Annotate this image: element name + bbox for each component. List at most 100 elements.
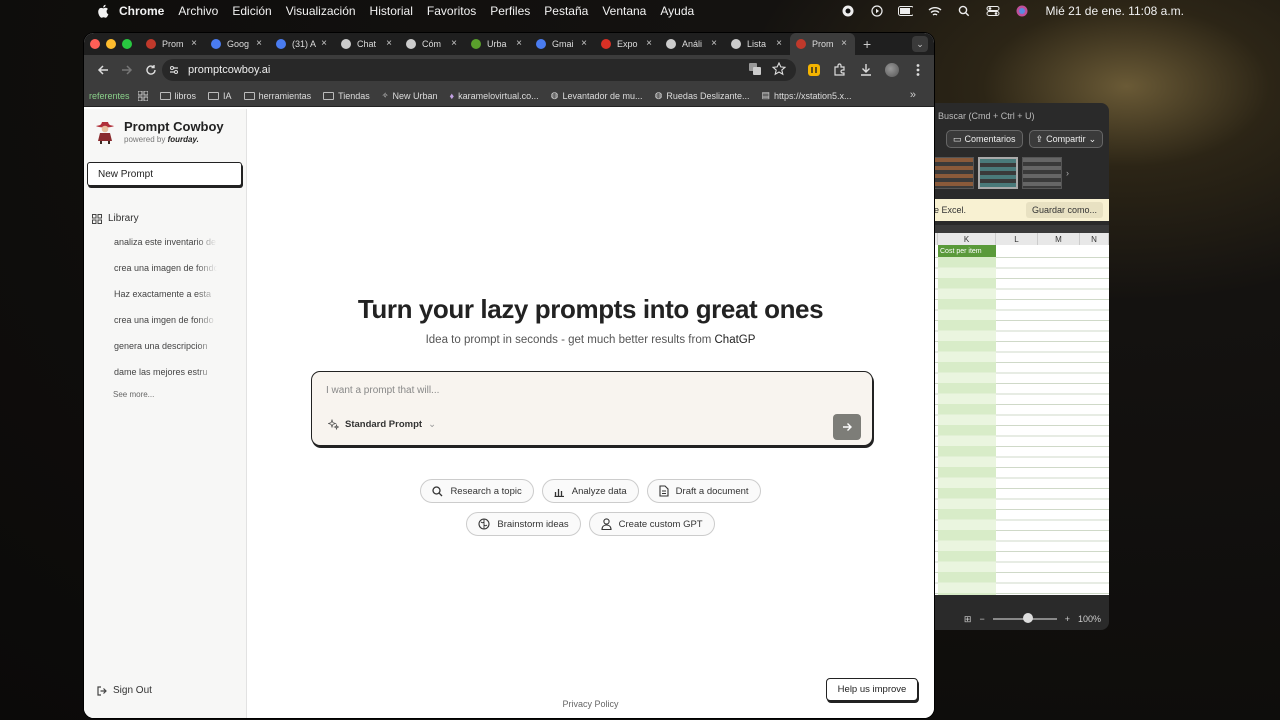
extensions-puzzle-icon[interactable] xyxy=(832,59,848,81)
bookmark-herramientas[interactable]: herramientas xyxy=(243,91,311,101)
close-tab-icon[interactable]: × xyxy=(321,38,327,49)
menu-pestana[interactable]: Pestaña xyxy=(544,4,588,18)
browser-tab[interactable]: Gmai × xyxy=(530,33,595,55)
menu-ventana[interactable]: Ventana xyxy=(602,4,646,18)
control-center-icon[interactable] xyxy=(985,5,1000,17)
bookmark-star-icon[interactable] xyxy=(771,61,787,79)
close-tab-icon[interactable]: × xyxy=(256,38,262,49)
prompt-mode-selector[interactable]: Standard Prompt ⌄ xyxy=(328,419,436,430)
menu-archivo[interactable]: Archivo xyxy=(178,4,218,18)
close-tab-icon[interactable]: × xyxy=(451,38,457,49)
browser-tab[interactable]: Cóm × xyxy=(400,33,465,55)
apple-icon[interactable] xyxy=(97,4,109,18)
back-button[interactable] xyxy=(92,59,114,81)
help-us-improve-button[interactable]: Help us improve xyxy=(826,678,918,701)
close-tab-icon[interactable]: × xyxy=(646,38,652,49)
bookmark-ia[interactable]: IA xyxy=(208,91,232,101)
prompt-input[interactable] xyxy=(326,382,806,398)
record-icon[interactable] xyxy=(840,5,855,17)
profile-avatar[interactable] xyxy=(884,59,900,81)
close-tab-icon[interactable]: × xyxy=(841,38,847,49)
excel-comments-button[interactable]: ▭ Comentarios xyxy=(946,130,1023,148)
browser-tab[interactable]: Análi × xyxy=(660,33,725,55)
excel-search[interactable]: Buscar (Cmd + Ctrl + U) xyxy=(930,103,1109,129)
more-menu-icon[interactable] xyxy=(910,59,926,81)
analyze-data-chip[interactable]: Analyze data xyxy=(541,479,639,503)
menubar-clock[interactable]: Mié 21 de ene. 11:08 a.m. xyxy=(1045,4,1184,18)
browser-tab[interactable]: Urba × xyxy=(465,33,530,55)
bookmark-tiendas[interactable]: Tiendas xyxy=(323,91,370,101)
bookmarks-overflow-icon[interactable]: » xyxy=(910,89,916,101)
bookmark-referentes[interactable]: referentes xyxy=(89,91,130,101)
close-tab-icon[interactable]: × xyxy=(711,38,717,49)
browser-tab[interactable]: Prom × xyxy=(790,33,855,55)
menu-perfiles[interactable]: Perfiles xyxy=(490,4,530,18)
zoom-out-icon[interactable]: − xyxy=(979,614,984,624)
extension-icon[interactable] xyxy=(806,59,822,81)
close-tab-icon[interactable]: × xyxy=(776,38,782,49)
zoom-slider[interactable] xyxy=(992,613,1057,623)
sign-out-button[interactable]: Sign Out xyxy=(97,685,152,696)
browser-tab[interactable]: Prom × xyxy=(140,33,205,55)
forward-button[interactable] xyxy=(116,59,138,81)
close-tab-icon[interactable]: × xyxy=(581,38,587,49)
browser-tab[interactable]: Chat × xyxy=(335,33,400,55)
bookmark-karamelovirtual[interactable]: ♦ karamelovirtual.co... xyxy=(450,91,539,101)
library-item[interactable]: crea una imagen de fondo xyxy=(114,263,217,289)
translate-icon[interactable] xyxy=(748,62,762,79)
reload-button[interactable] xyxy=(140,59,162,81)
address-bar[interactable]: promptcowboy.ai xyxy=(162,59,796,81)
apps-grid-icon[interactable] xyxy=(137,90,148,101)
close-tab-icon[interactable]: × xyxy=(386,38,392,49)
menu-edicion[interactable]: Edición xyxy=(232,4,271,18)
fit-icon[interactable]: ⊞ xyxy=(964,614,972,625)
bookmark-xstation[interactable]: ▤ https://xstation5.x... xyxy=(761,90,851,101)
wifi-icon[interactable] xyxy=(927,5,942,17)
excel-grid[interactable]: K L M N Cost per item xyxy=(934,233,1109,595)
research-topic-chip[interactable]: Research a topic xyxy=(420,479,534,503)
library-item[interactable]: genera una descripcion xyxy=(114,341,217,367)
menu-historial[interactable]: Historial xyxy=(370,4,413,18)
excel-share-button[interactable]: ⇪ Compartir ⌄ xyxy=(1028,130,1104,148)
close-window-button[interactable] xyxy=(90,39,100,49)
zoom-in-icon[interactable]: + xyxy=(1065,614,1070,624)
browser-tab[interactable]: Lista × xyxy=(725,33,790,55)
browser-tab[interactable]: (31) A × xyxy=(270,33,335,55)
new-prompt-button[interactable]: New Prompt xyxy=(87,162,242,186)
browser-tab[interactable]: Goog × xyxy=(205,33,270,55)
library-item[interactable]: Haz exactamente a esta xyxy=(114,289,217,315)
draft-document-chip[interactable]: Draft a document xyxy=(646,479,761,503)
menu-favoritos[interactable]: Favoritos xyxy=(427,4,476,18)
bookmark-ruedas[interactable]: ◍ Ruedas Deslizante... xyxy=(655,90,750,101)
create-custom-gpt-chip[interactable]: Create custom GPT xyxy=(588,512,715,536)
siri-icon[interactable] xyxy=(1014,5,1029,17)
menu-chrome[interactable]: Chrome xyxy=(119,4,164,18)
bookmark-libros[interactable]: libros xyxy=(159,91,196,101)
chevron-right-icon[interactable]: › xyxy=(1066,168,1069,178)
download-icon[interactable] xyxy=(858,59,874,81)
column-header[interactable]: M xyxy=(1038,233,1080,245)
excel-header-cell[interactable]: Cost per item xyxy=(938,245,996,257)
battery-icon[interactable] xyxy=(898,5,914,17)
minimize-window-button[interactable] xyxy=(106,39,116,49)
browser-tab[interactable]: Expo × xyxy=(595,33,660,55)
menu-ayuda[interactable]: Ayuda xyxy=(660,4,694,18)
new-tab-button[interactable]: + xyxy=(863,36,871,52)
close-tab-icon[interactable]: × xyxy=(516,38,522,49)
library-header[interactable]: Library xyxy=(92,213,139,224)
excel-cells[interactable] xyxy=(934,257,1109,595)
spotlight-search-icon[interactable] xyxy=(956,5,971,17)
brand[interactable]: Prompt Cowboy powered by fourday. xyxy=(94,119,224,146)
column-header[interactable]: L xyxy=(996,233,1038,245)
bookmark-levantador[interactable]: ◍ Levantador de mu... xyxy=(551,90,643,101)
library-item[interactable]: crea una imgen de fondo xyxy=(114,315,217,341)
excel-save-as-button[interactable]: Guardar como... xyxy=(1025,202,1103,218)
tab-search-button[interactable]: ⌄ xyxy=(912,36,928,52)
see-more-link[interactable]: See more... xyxy=(113,390,154,399)
site-settings-icon[interactable] xyxy=(168,64,180,76)
column-header[interactable]: K xyxy=(938,233,996,245)
submit-prompt-button[interactable] xyxy=(833,414,861,440)
menu-visualizacion[interactable]: Visualización xyxy=(286,4,356,18)
column-header[interactable]: N xyxy=(1080,233,1109,245)
table-style-swatch[interactable] xyxy=(934,157,974,189)
